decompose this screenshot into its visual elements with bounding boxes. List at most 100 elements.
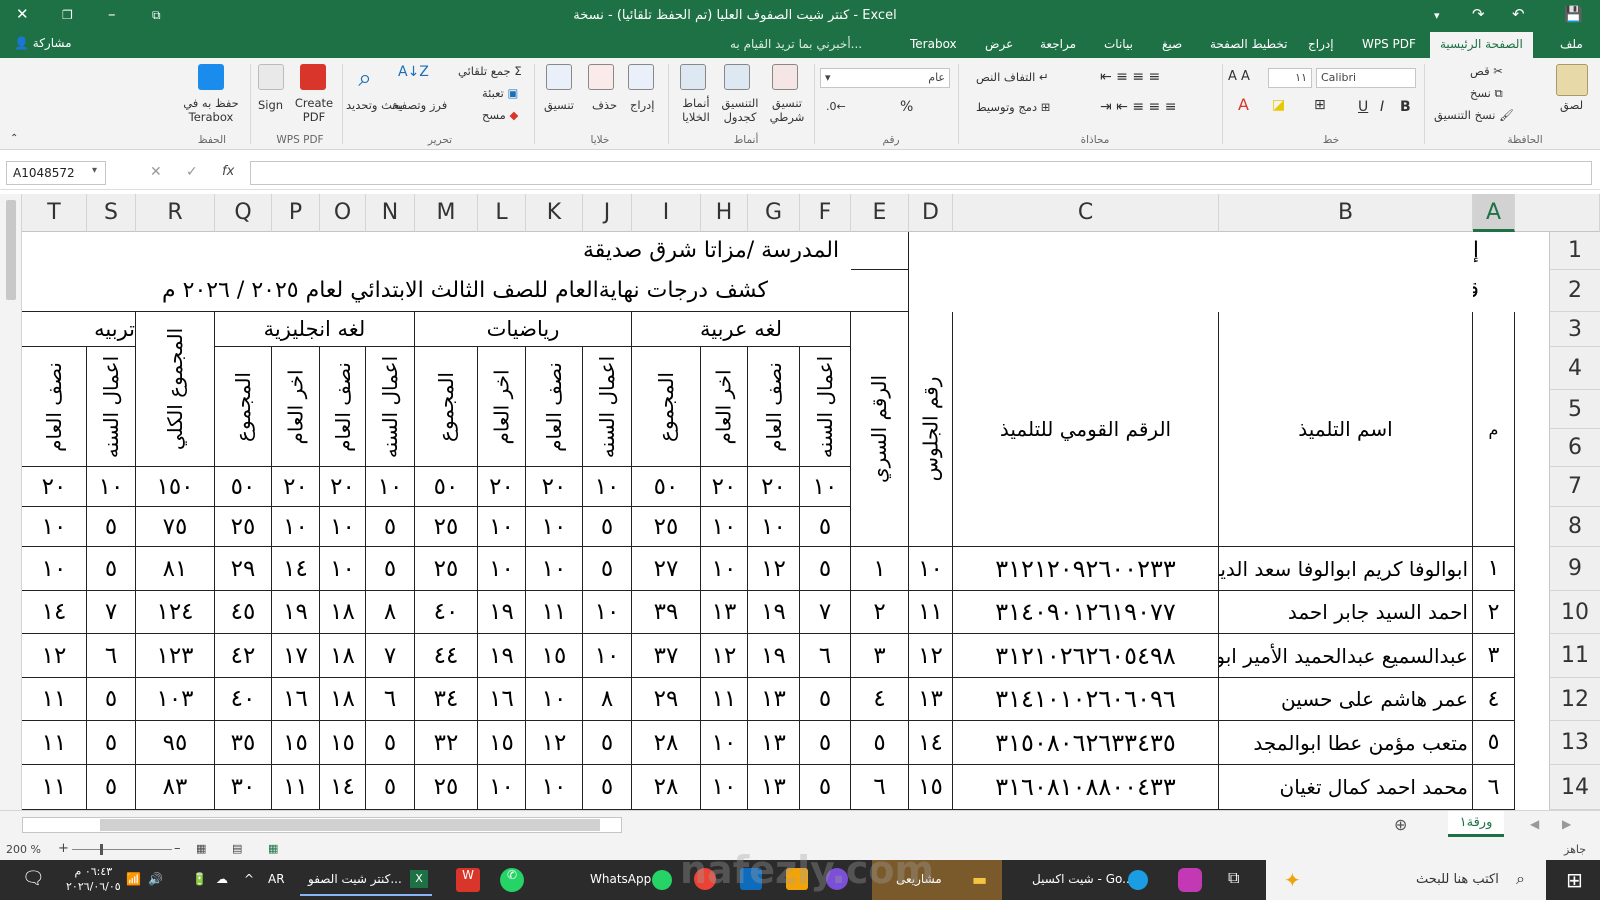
min-k[interactable]: ١٠ bbox=[526, 507, 583, 547]
max-h[interactable]: ٢٠ bbox=[701, 467, 748, 507]
subheader-i[interactable]: المجموع bbox=[632, 347, 701, 467]
row-header-8[interactable]: 8 bbox=[1549, 507, 1600, 547]
student-score-g[interactable]: ١٣ bbox=[748, 765, 800, 810]
min-t[interactable]: ١٠ bbox=[22, 507, 87, 547]
sign-button[interactable]: Sign bbox=[258, 98, 283, 112]
column-header-r[interactable]: R bbox=[136, 194, 215, 232]
row-header-6[interactable]: 6 bbox=[1549, 429, 1600, 467]
wps-icon[interactable]: W bbox=[456, 868, 480, 892]
student-score-n[interactable]: ٥ bbox=[366, 765, 415, 810]
student-score-o[interactable]: ١٠ bbox=[320, 547, 366, 591]
max-l[interactable]: ٢٠ bbox=[478, 467, 526, 507]
student-score-s[interactable]: ٥ bbox=[87, 765, 136, 810]
student-score-t[interactable]: ١٢ bbox=[22, 634, 87, 678]
subheader-o[interactable]: نصف العام bbox=[320, 347, 366, 467]
student-seat[interactable]: ١٥ bbox=[909, 765, 953, 810]
student-score-g[interactable]: ١٢ bbox=[748, 547, 800, 591]
terabox-save-button[interactable]: حفظ به في Terabox bbox=[178, 96, 244, 124]
student-score-m[interactable]: ٤٤ bbox=[415, 634, 478, 678]
subheader-f[interactable]: اعمال السنه bbox=[800, 347, 851, 467]
row-header-5[interactable]: 5 bbox=[1549, 390, 1600, 429]
student-name[interactable]: عمر هاشم على حسين bbox=[1219, 678, 1473, 721]
header-math[interactable]: رياضيات bbox=[415, 312, 632, 347]
student-m[interactable]: ٣ bbox=[1473, 634, 1515, 678]
student-score-t[interactable]: ١٤ bbox=[22, 591, 87, 634]
subheader-q[interactable]: المجموع bbox=[215, 347, 272, 467]
zoom-slider-thumb[interactable] bbox=[100, 844, 103, 855]
student-name[interactable]: عبدالسميع عبدالحميد الأمير ابو bbox=[1219, 634, 1473, 678]
max-t[interactable]: ٢٠ bbox=[22, 467, 87, 507]
start-icon[interactable]: ⊞ bbox=[1566, 868, 1583, 892]
student-name[interactable]: متعب مؤمن عطا ابوالمجد bbox=[1219, 721, 1473, 765]
share-button[interactable]: 👤 مشاركة bbox=[14, 36, 72, 50]
fill-button[interactable]: تعبئة ▣ bbox=[482, 86, 518, 100]
conditional-format-icon[interactable] bbox=[772, 64, 798, 90]
copy-button[interactable]: نسخ ⧉ bbox=[1470, 86, 1503, 100]
tab-view[interactable]: عرض bbox=[985, 37, 1013, 51]
column-header-n[interactable]: N bbox=[366, 194, 415, 232]
subheader-l[interactable]: اخر العام bbox=[478, 347, 526, 467]
student-national-id[interactable]: ٣١٤١٠١٠٢٦٠٦٠٩٦ bbox=[953, 678, 1219, 721]
student-score-p[interactable]: ١٧ bbox=[272, 634, 320, 678]
header-arabic[interactable]: لغه عربية bbox=[632, 312, 851, 347]
student-score-k[interactable]: ١١ bbox=[526, 591, 583, 634]
select-all-corner[interactable] bbox=[1515, 194, 1600, 232]
student-score-o[interactable]: ١٥ bbox=[320, 721, 366, 765]
max-o[interactable]: ٢٠ bbox=[320, 467, 366, 507]
student-score-t[interactable]: ١٠ bbox=[22, 547, 87, 591]
student-score-p[interactable]: ١٥ bbox=[272, 721, 320, 765]
subheader-p[interactable]: اخر العام bbox=[272, 347, 320, 467]
student-score-o[interactable]: ١٤ bbox=[320, 765, 366, 810]
student-seat[interactable]: ١١ bbox=[909, 591, 953, 634]
student-score-g[interactable]: ١٩ bbox=[748, 591, 800, 634]
column-header-o[interactable]: O bbox=[320, 194, 366, 232]
student-score-m[interactable]: ٣٢ bbox=[415, 721, 478, 765]
student-score-r[interactable]: ٩٥ bbox=[136, 721, 215, 765]
tray-chevron-icon[interactable]: ^ bbox=[244, 872, 254, 886]
tab-data[interactable]: بيانات bbox=[1104, 37, 1133, 51]
student-score-t[interactable]: ١١ bbox=[22, 765, 87, 810]
font-color-icon[interactable]: A bbox=[1238, 97, 1249, 113]
student-score-q[interactable]: ٣٠ bbox=[215, 765, 272, 810]
student-score-r[interactable]: ١٢٤ bbox=[136, 591, 215, 634]
student-score-q[interactable]: ٢٩ bbox=[215, 547, 272, 591]
wifi-icon[interactable]: 📶 bbox=[126, 872, 141, 886]
student-score-g[interactable]: ١٩ bbox=[748, 634, 800, 678]
student-score-q[interactable]: ٤٠ bbox=[215, 678, 272, 721]
cancel-icon[interactable]: ✕ bbox=[150, 164, 162, 180]
customize-qat-icon[interactable]: ▾ bbox=[1434, 9, 1440, 22]
taskbar-folder[interactable]: مشاريعى ▬ bbox=[872, 860, 1002, 900]
student-score-o[interactable]: ١٨ bbox=[320, 634, 366, 678]
clear-button[interactable]: مسح ◆ bbox=[482, 108, 518, 122]
name-box-dropdown-icon[interactable]: ▾ bbox=[92, 165, 97, 176]
language-indicator[interactable]: AR bbox=[268, 872, 285, 886]
student-score-f[interactable]: ٦ bbox=[800, 634, 851, 678]
format-button[interactable]: تنسيق bbox=[544, 98, 574, 112]
normal-view-icon[interactable]: ▦ bbox=[268, 842, 278, 855]
admin-cell[interactable]: إدارة دارالسلام التعليمية bbox=[1473, 232, 1485, 270]
student-score-q[interactable]: ٤٢ bbox=[215, 634, 272, 678]
tab-review[interactable]: مراجعة bbox=[1040, 37, 1076, 51]
max-m[interactable]: ٥٠ bbox=[415, 467, 478, 507]
min-o[interactable]: ١٠ bbox=[320, 507, 366, 547]
student-score-i[interactable]: ٢٨ bbox=[632, 721, 701, 765]
format-as-table-button[interactable]: التنسيق كجدول bbox=[718, 96, 762, 124]
max-n[interactable]: ١٠ bbox=[366, 467, 415, 507]
student-score-l[interactable]: ١٦ bbox=[478, 678, 526, 721]
column-header-m[interactable]: M bbox=[415, 194, 478, 232]
task-view-icon[interactable]: ⧉ bbox=[1228, 868, 1239, 888]
student-score-r[interactable]: ١٢٣ bbox=[136, 634, 215, 678]
max-f[interactable]: ١٠ bbox=[800, 467, 851, 507]
min-n[interactable]: ٥ bbox=[366, 507, 415, 547]
autosum-button[interactable]: جمع تلقائي Σ bbox=[458, 64, 522, 78]
column-header-e[interactable]: E bbox=[851, 194, 909, 232]
student-seat[interactable]: ١٠ bbox=[909, 547, 953, 591]
formula-input[interactable] bbox=[250, 161, 1592, 185]
student-score-f[interactable]: ٥ bbox=[800, 721, 851, 765]
student-score-i[interactable]: ٢٧ bbox=[632, 547, 701, 591]
student-score-h[interactable]: ١٢ bbox=[701, 634, 748, 678]
font-name-select[interactable]: Calibri bbox=[1316, 68, 1416, 88]
collapse-ribbon-icon[interactable]: ⌃ bbox=[10, 132, 18, 146]
max-q[interactable]: ٥٠ bbox=[215, 467, 272, 507]
student-score-f[interactable]: ٧ bbox=[800, 591, 851, 634]
